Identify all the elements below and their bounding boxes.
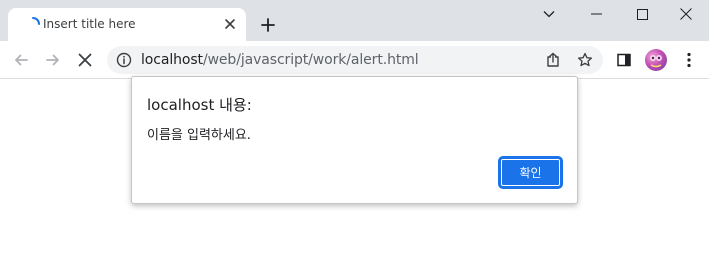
side-panel-button[interactable] — [612, 48, 636, 72]
star-icon — [577, 52, 593, 67]
new-tab-button[interactable] — [256, 13, 280, 37]
window-close-button[interactable] — [663, 0, 709, 28]
plus-icon — [261, 18, 275, 32]
maximize-icon — [636, 8, 648, 20]
close-icon[interactable] — [222, 16, 238, 32]
stop-button[interactable] — [73, 48, 97, 72]
minimize-button[interactable] — [573, 0, 619, 28]
menu-button[interactable] — [677, 48, 701, 72]
chevron-down-icon — [543, 11, 555, 18]
side-panel-icon — [617, 53, 631, 67]
info-icon[interactable] — [116, 52, 132, 68]
close-icon — [680, 8, 692, 20]
forward-button[interactable] — [41, 48, 65, 72]
stop-loading-icon — [78, 53, 92, 67]
maximize-button[interactable] — [619, 0, 665, 28]
bookmark-button[interactable] — [573, 48, 597, 72]
share-icon — [547, 52, 559, 67]
dialog-title: localhost 내용: — [147, 96, 252, 114]
tab-strip: Insert title here — [0, 0, 709, 41]
ok-button[interactable]: 확인 — [499, 157, 562, 188]
alert-dialog: localhost 내용: 이름을 입력하세요. 확인 — [131, 76, 578, 204]
share-button[interactable] — [541, 48, 565, 72]
tab-title: Insert title here — [43, 17, 136, 31]
browser-toolbar: localhost/web/javascript/work/alert.html — [0, 41, 709, 79]
url-host: localhost — [141, 52, 203, 68]
minimize-icon — [590, 13, 602, 15]
url-text: localhost/web/javascript/work/alert.html — [141, 52, 419, 68]
back-arrow-icon — [15, 54, 28, 66]
kebab-menu-icon — [687, 52, 691, 68]
tab-search-button[interactable] — [526, 0, 572, 28]
loading-spinner-icon — [25, 16, 41, 32]
dialog-message: 이름을 입력하세요. — [147, 128, 251, 143]
forward-arrow-icon — [46, 54, 59, 66]
avatar[interactable] — [645, 49, 667, 71]
url-path: /web/javascript/work/alert.html — [202, 52, 419, 68]
address-bar[interactable]: localhost/web/javascript/work/alert.html — [107, 46, 603, 74]
browser-tab[interactable]: Insert title here — [8, 8, 246, 41]
back-button[interactable] — [9, 48, 33, 72]
